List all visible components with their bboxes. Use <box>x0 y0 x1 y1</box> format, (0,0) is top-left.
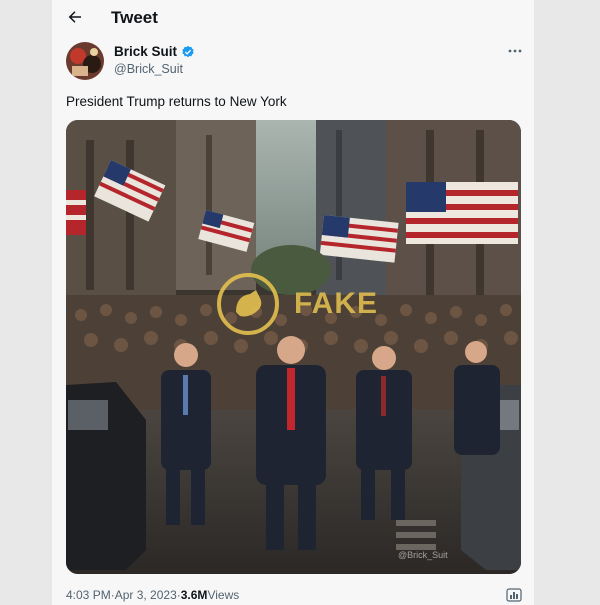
tweet-time[interactable]: 4:03 PM <box>66 588 111 602</box>
avatar[interactable] <box>66 42 104 80</box>
more-horizontal-icon[interactable] <box>506 44 524 58</box>
verified-badge-icon <box>182 45 194 57</box>
tweet-media-image[interactable]: FAKE @Brick_Suit <box>66 120 521 574</box>
tweet-meta: 4:03 PM · Apr 3, 2023 · 3.6M Views <box>66 588 239 602</box>
author-name-row[interactable]: Brick Suit <box>114 44 195 59</box>
watermark-text: FAKE <box>294 287 379 320</box>
views-label: Views <box>207 588 240 602</box>
tweet-date[interactable]: Apr 3, 2023 <box>115 588 177 602</box>
tweet-header: Tweet <box>0 0 600 38</box>
author-handle[interactable]: @Brick_Suit <box>114 62 183 76</box>
page-title: Tweet <box>111 8 158 27</box>
tweet-text: President Trump returns to New York <box>66 94 287 109</box>
watermark-logo-icon <box>217 273 279 335</box>
media-credit: @Brick_Suit <box>398 550 448 560</box>
fake-watermark: FAKE <box>216 272 378 336</box>
views-count: 3.6M <box>180 588 208 602</box>
analytics-icon[interactable] <box>506 588 522 602</box>
author-display-name[interactable]: Brick Suit <box>114 44 177 59</box>
arrow-left-icon[interactable] <box>66 8 84 26</box>
